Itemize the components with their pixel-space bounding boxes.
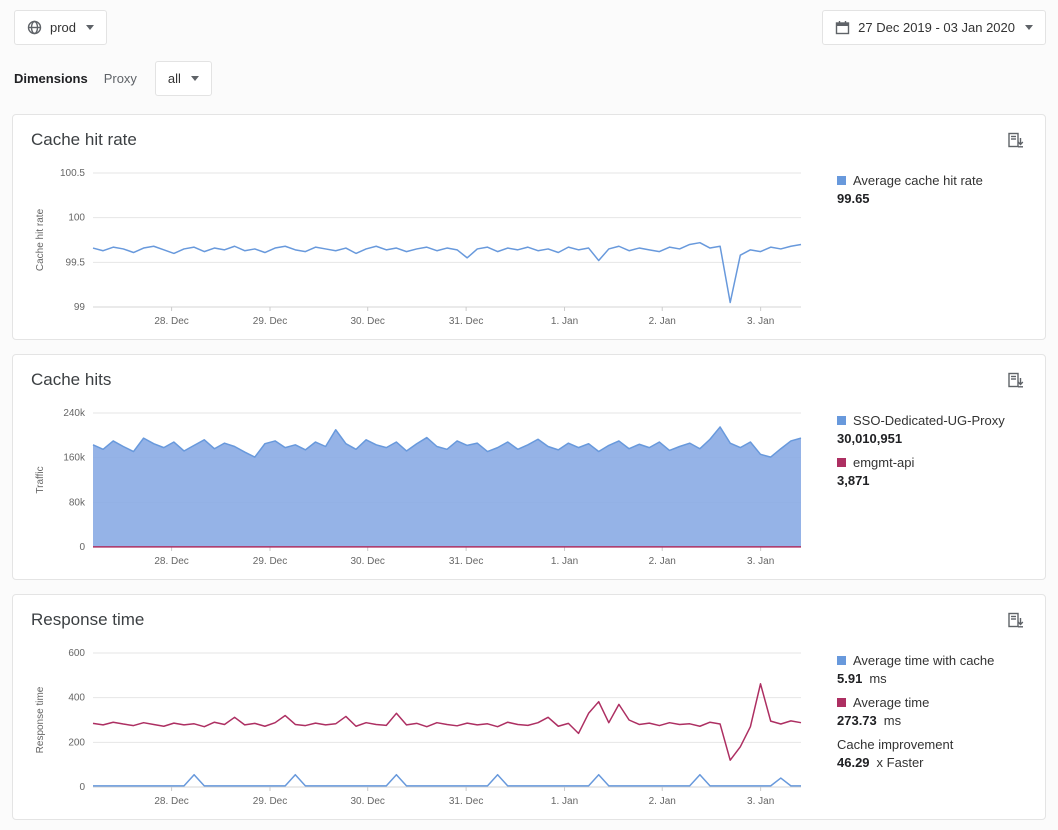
export-report-icon	[1007, 132, 1025, 150]
chevron-down-icon	[86, 25, 94, 30]
svg-text:30. Dec: 30. Dec	[350, 316, 384, 327]
legend-item: SSO-Dedicated-UG-Proxy 30,010,951	[837, 413, 1005, 446]
card-title-response-time: Response time	[31, 610, 144, 630]
svg-text:29. Dec: 29. Dec	[253, 796, 287, 807]
svg-text:30. Dec: 30. Dec	[350, 556, 384, 567]
proxy-filter-dropdown[interactable]: all	[155, 61, 212, 96]
globe-icon	[27, 20, 42, 35]
legend-swatch	[837, 698, 846, 707]
legend-value: 30,010,951	[837, 431, 1005, 446]
svg-text:Cache hit rate: Cache hit rate	[35, 208, 46, 271]
svg-text:3. Jan: 3. Jan	[747, 316, 774, 327]
legend-value: 99.65	[837, 191, 983, 206]
legend-value: 46.29x Faster	[837, 755, 994, 770]
proxy-filter-value: all	[168, 71, 181, 86]
topbar: prod 27 Dec 2019 - 03 Jan 2020	[0, 0, 1058, 45]
svg-text:2. Jan: 2. Jan	[649, 556, 676, 567]
dimensions-label: Dimensions	[14, 71, 88, 86]
legend-swatch	[837, 176, 846, 185]
svg-text:29. Dec: 29. Dec	[253, 316, 287, 327]
svg-text:1. Jan: 1. Jan	[551, 796, 578, 807]
svg-text:3. Jan: 3. Jan	[747, 796, 774, 807]
card-title-cache-hits: Cache hits	[31, 370, 111, 390]
dimension-name-proxy: Proxy	[104, 71, 137, 86]
date-range-label: 27 Dec 2019 - 03 Jan 2020	[858, 20, 1015, 35]
svg-text:Traffic: Traffic	[35, 466, 46, 493]
legend-value: 5.91ms	[837, 671, 994, 686]
cache-hit-rate-card: Cache hit rate 100.5 100 99.5 99 28. Dec 29. …	[12, 114, 1046, 340]
legend-label: Average time	[853, 695, 929, 710]
svg-text:1. Jan: 1. Jan	[551, 316, 578, 327]
svg-text:99.5: 99.5	[66, 257, 86, 268]
legend-item: Cache improvement 46.29x Faster	[837, 737, 994, 770]
environment-selector[interactable]: prod	[14, 10, 107, 45]
legend-swatch	[837, 656, 846, 665]
cache-hit-rate-legend: Average cache hit rate 99.65	[809, 163, 983, 215]
svg-text:2. Jan: 2. Jan	[649, 796, 676, 807]
date-range-picker[interactable]: 27 Dec 2019 - 03 Jan 2020	[822, 10, 1046, 45]
legend-label: Cache improvement	[837, 737, 953, 752]
export-report-button[interactable]	[1005, 130, 1027, 155]
chevron-down-icon	[191, 76, 199, 81]
svg-text:28. Dec: 28. Dec	[154, 796, 188, 807]
legend-swatch	[837, 416, 846, 425]
svg-text:31. Dec: 31. Dec	[449, 316, 483, 327]
svg-text:31. Dec: 31. Dec	[449, 796, 483, 807]
svg-text:160k: 160k	[63, 453, 86, 464]
svg-text:30. Dec: 30. Dec	[350, 796, 384, 807]
export-report-button[interactable]	[1005, 370, 1027, 395]
card-title-cache-hit-rate: Cache hit rate	[31, 130, 137, 150]
svg-text:2. Jan: 2. Jan	[649, 316, 676, 327]
svg-text:1. Jan: 1. Jan	[551, 556, 578, 567]
svg-text:200: 200	[68, 737, 85, 748]
cache-hit-rate-chart[interactable]: 100.5 100 99.5 99 28. Dec 29. Dec 30. Dec 31. D…	[31, 163, 809, 331]
svg-text:100.5: 100.5	[60, 168, 85, 179]
response-time-card: Response time 600 400 200 0 28. Dec 29. Dec 30…	[12, 594, 1046, 820]
export-report-icon	[1007, 372, 1025, 390]
svg-text:29. Dec: 29. Dec	[253, 556, 287, 567]
svg-text:80k: 80k	[69, 497, 86, 508]
environment-label: prod	[50, 20, 76, 35]
svg-text:600: 600	[68, 648, 85, 659]
legend-label: Average cache hit rate	[853, 173, 983, 188]
svg-text:0: 0	[79, 782, 85, 793]
cache-hits-card: Cache hits 240k 160k 80k 0 28. Dec 29. Dec 30.…	[12, 354, 1046, 580]
svg-text:400: 400	[68, 693, 85, 704]
legend-label: Average time with cache	[853, 653, 994, 668]
legend-label: emgmt-api	[853, 455, 914, 470]
legend-value: 273.73ms	[837, 713, 994, 728]
svg-text:Response time: Response time	[35, 686, 46, 753]
export-report-button[interactable]	[1005, 610, 1027, 635]
response-time-chart[interactable]: 600 400 200 0 28. Dec 29. Dec 30. Dec 31. Dec 1.…	[31, 643, 809, 811]
legend-swatch	[837, 458, 846, 467]
svg-text:31. Dec: 31. Dec	[449, 556, 483, 567]
svg-text:28. Dec: 28. Dec	[154, 316, 188, 327]
dimensions-bar: Dimensions Proxy all	[0, 45, 1058, 100]
legend-item: emgmt-api 3,871	[837, 455, 1005, 488]
svg-text:0: 0	[79, 542, 85, 553]
legend-item: Average time with cache 5.91ms	[837, 653, 994, 686]
svg-text:240k: 240k	[63, 408, 86, 419]
legend-item: Average cache hit rate 99.65	[837, 173, 983, 206]
chevron-down-icon	[1025, 25, 1033, 30]
legend-item: Average time 273.73ms	[837, 695, 994, 728]
legend-value: 3,871	[837, 473, 1005, 488]
calendar-icon	[835, 20, 850, 35]
svg-text:100: 100	[68, 213, 85, 224]
response-time-legend: Average time with cache5.91msAverage tim…	[809, 643, 994, 779]
svg-text:99: 99	[74, 302, 86, 313]
svg-text:28. Dec: 28. Dec	[154, 556, 188, 567]
export-report-icon	[1007, 612, 1025, 630]
cache-hits-legend: SSO-Dedicated-UG-Proxy 30,010,951 emgmt-ap…	[809, 403, 1005, 497]
cache-hits-chart[interactable]: 240k 160k 80k 0 28. Dec 29. Dec 30. Dec 31. Dec…	[31, 403, 809, 571]
svg-text:3. Jan: 3. Jan	[747, 556, 774, 567]
legend-label: SSO-Dedicated-UG-Proxy	[853, 413, 1005, 428]
